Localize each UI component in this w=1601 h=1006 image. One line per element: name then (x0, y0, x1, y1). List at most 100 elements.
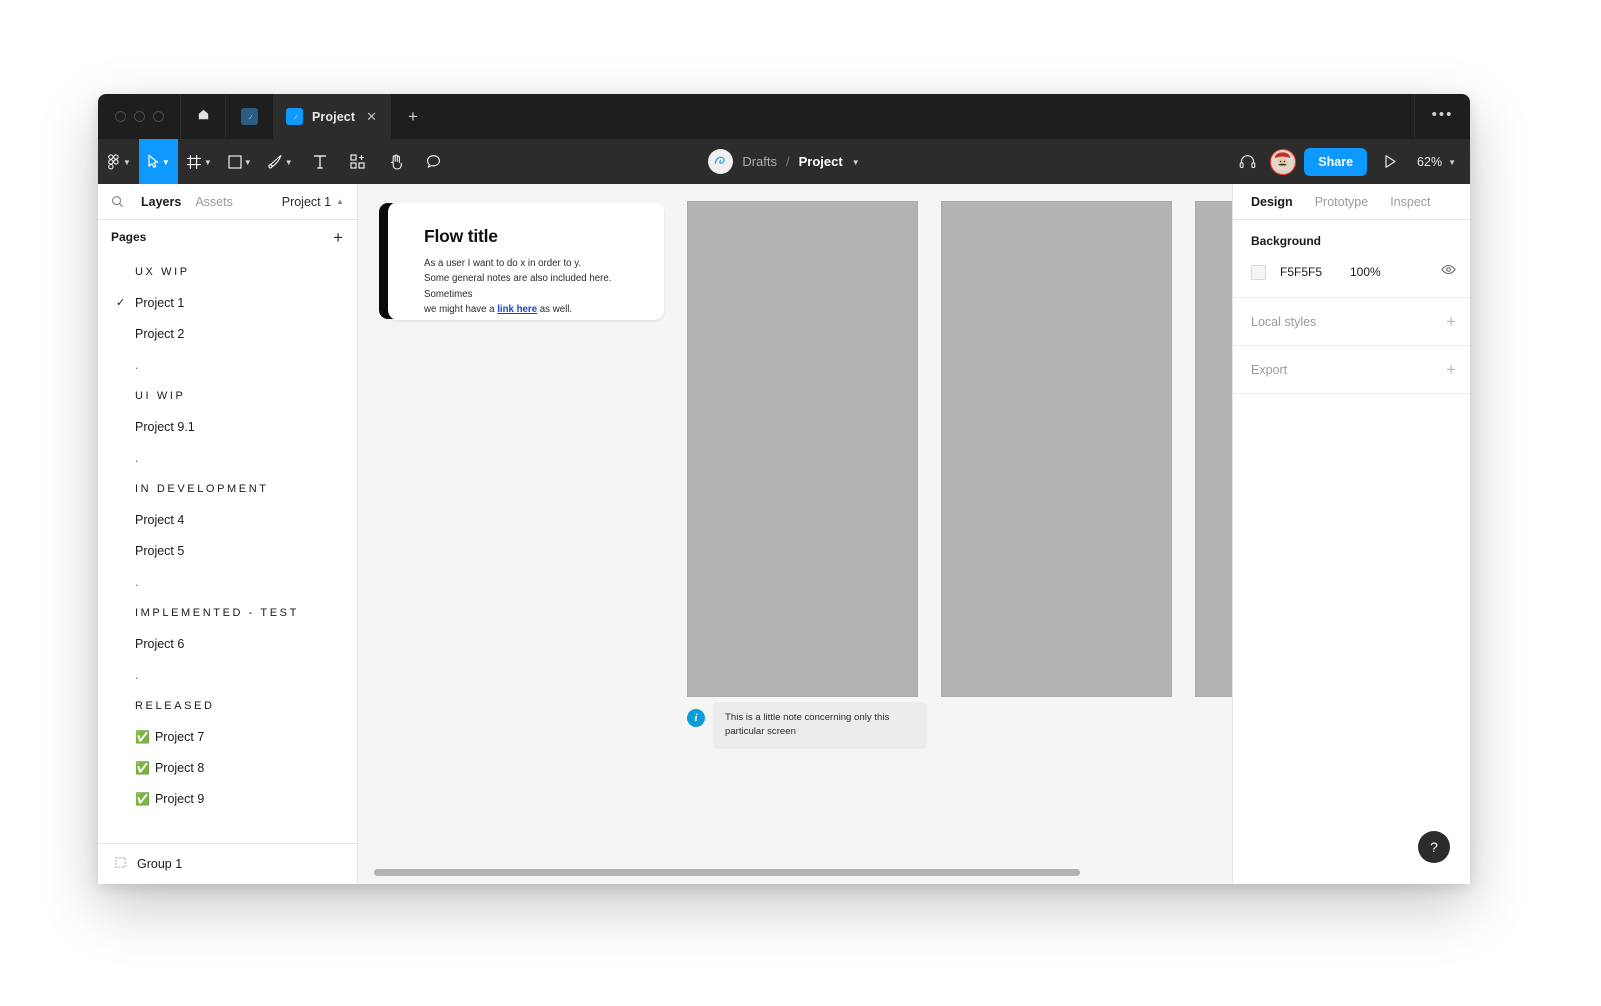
figma-file-icon (241, 108, 258, 125)
pages-section-header[interactable]: UX WIP (98, 256, 357, 287)
hand-tool[interactable] (377, 139, 415, 184)
tab-prototype[interactable]: Prototype (1315, 195, 1369, 209)
chevron-down-icon[interactable]: ▼ (1442, 158, 1456, 167)
background-color-row: F5F5F5 100% (1251, 262, 1456, 282)
export-label: Export (1251, 362, 1288, 377)
user-avatar[interactable] (1270, 148, 1297, 175)
right-sidebar-tabs: Design Prototype Inspect (1233, 184, 1470, 220)
pen-tool[interactable]: ▼ (260, 139, 301, 184)
pages-list-item: . (98, 659, 357, 690)
pages-list-item: . (98, 442, 357, 473)
move-tool[interactable]: ▼ (138, 139, 178, 184)
flow-card-body: As a user I want to do x in order to y. … (424, 256, 640, 317)
flow-card-title: Flow title (424, 226, 498, 246)
tab-assets[interactable]: Assets (181, 195, 233, 209)
canvas-frame[interactable] (941, 201, 1172, 697)
window-more-menu-button[interactable]: ••• (1414, 94, 1470, 139)
tab-layers[interactable]: Layers (133, 195, 181, 209)
eye-icon[interactable] (1441, 262, 1456, 282)
color-hex-value[interactable]: F5F5F5 (1280, 265, 1350, 279)
pages-item-label: UX WIP (135, 265, 190, 278)
pages-item-label: Project 8 (154, 760, 205, 775)
add-local-style-button[interactable]: + (1446, 313, 1456, 330)
tab-inspect[interactable]: Inspect (1390, 195, 1430, 209)
help-button[interactable]: ? (1418, 831, 1450, 863)
file-tab-inactive[interactable] (226, 94, 274, 139)
pages-list-item[interactable]: Project 9.1 (98, 411, 357, 442)
close-tab-icon[interactable]: ✕ (364, 110, 377, 123)
pages-list-item[interactable]: Project 4 (98, 504, 357, 535)
home-button[interactable] (181, 94, 226, 139)
canvas-frame[interactable] (687, 201, 918, 697)
chevron-down-icon: ▼ (284, 158, 293, 167)
canvas-frame[interactable] (1195, 201, 1232, 697)
pages-list-item[interactable]: Project 2 (98, 318, 357, 349)
pages-header: Pages + (98, 220, 357, 254)
share-button[interactable]: Share (1304, 147, 1368, 176)
pages-list-item[interactable]: ✓ Project 1 (98, 287, 357, 318)
check-emoji-icon: ✅ (135, 729, 150, 744)
pages-list-item: . (98, 566, 357, 597)
pages-item-label: RELEASED (135, 699, 215, 712)
page-selector[interactable]: Project 1 ▲ (282, 195, 344, 209)
comment-tool[interactable] (415, 139, 453, 184)
zoom-level-label[interactable]: 62% (1409, 155, 1442, 169)
pages-section-header[interactable]: UI WIP (98, 380, 357, 411)
breadcrumb-root[interactable]: Drafts (742, 154, 777, 169)
canvas-note-text: This is a little note concerning only th… (713, 702, 927, 749)
new-tab-button[interactable]: + (391, 94, 435, 139)
right-sidebar: Design Prototype Inspect Background F5F5… (1232, 184, 1470, 884)
figma-app-window: Project ✕ + ••• ▼ ▼ ▼ ▼ ▼ Drafts / Proje… (98, 94, 1470, 884)
export-section[interactable]: Export + (1233, 346, 1470, 394)
file-tab-label: Project (312, 109, 356, 124)
pages-list-item[interactable]: ✅ Project 7 (98, 721, 357, 752)
add-export-button[interactable]: + (1446, 361, 1456, 378)
toolbar-right-group: Share 62% ▼ (1228, 139, 1470, 184)
local-styles-section[interactable]: Local styles + (1233, 298, 1470, 346)
chevron-down-icon: ▼ (161, 158, 170, 167)
design-canvas[interactable]: Flow title As a user I want to do x in o… (358, 184, 1232, 884)
frame-tool[interactable]: ▼ (178, 139, 220, 184)
workspace: Layers Assets Project 1 ▲ Pages + UX WIP… (98, 184, 1470, 884)
text-tool[interactable] (301, 139, 339, 184)
flow-line3-post: as well. (537, 303, 573, 315)
flow-card-link[interactable]: link here (497, 304, 537, 315)
close-window-button[interactable] (115, 111, 126, 122)
menu-tool[interactable]: ▼ (98, 139, 139, 184)
minimize-window-button[interactable] (134, 111, 145, 122)
breadcrumb-current[interactable]: Project (799, 154, 843, 169)
pages-section-header[interactable]: RELEASED (98, 690, 357, 721)
add-page-button[interactable]: + (333, 229, 343, 246)
shape-tool[interactable]: ▼ (220, 139, 260, 184)
search-icon[interactable] (111, 195, 133, 208)
maximize-window-button[interactable] (153, 111, 164, 122)
color-swatch[interactable] (1251, 264, 1266, 280)
pages-section-header[interactable]: IN DEVELOPMENT (98, 473, 357, 504)
layer-row-group[interactable]: Group 1 (98, 843, 357, 884)
tab-design[interactable]: Design (1251, 195, 1293, 209)
layer-row-label: Group 1 (137, 857, 183, 871)
pages-list: UX WIP ✓ Project 1 Project 2. UI WIP Project … (98, 254, 357, 843)
chevron-down-icon[interactable]: ▼ (852, 158, 860, 167)
canvas-note[interactable]: i This is a little note concerning only … (687, 702, 927, 749)
pages-list-item[interactable]: Project 5 (98, 535, 357, 566)
local-styles-label: Local styles (1251, 314, 1317, 329)
pages-item-label: . (135, 574, 139, 589)
pages-list-item[interactable]: ✅ Project 8 (98, 752, 357, 783)
pages-item-label: Project 2 (135, 326, 185, 341)
window-controls (98, 94, 181, 139)
file-tab-project[interactable]: Project ✕ (274, 94, 391, 139)
chevron-up-icon: ▲ (336, 197, 344, 206)
flow-title-card[interactable]: Flow title As a user I want to do x in o… (388, 202, 664, 320)
component-tool[interactable] (339, 139, 377, 184)
pages-item-label: Project 4 (135, 512, 185, 527)
pages-section-header[interactable]: IMPLEMENTED - TEST (98, 597, 357, 628)
left-sidebar: Layers Assets Project 1 ▲ Pages + UX WIP… (98, 184, 358, 884)
headphones-button[interactable] (1228, 139, 1266, 184)
horizontal-scrollbar[interactable] (374, 869, 1080, 876)
present-button[interactable] (1371, 139, 1409, 184)
color-opacity-value[interactable]: 100% (1350, 265, 1381, 279)
pages-list-item[interactable]: Project 6 (98, 628, 357, 659)
titlebar-spacer (435, 94, 1414, 139)
pages-list-item[interactable]: ✅ Project 9 (98, 783, 357, 814)
